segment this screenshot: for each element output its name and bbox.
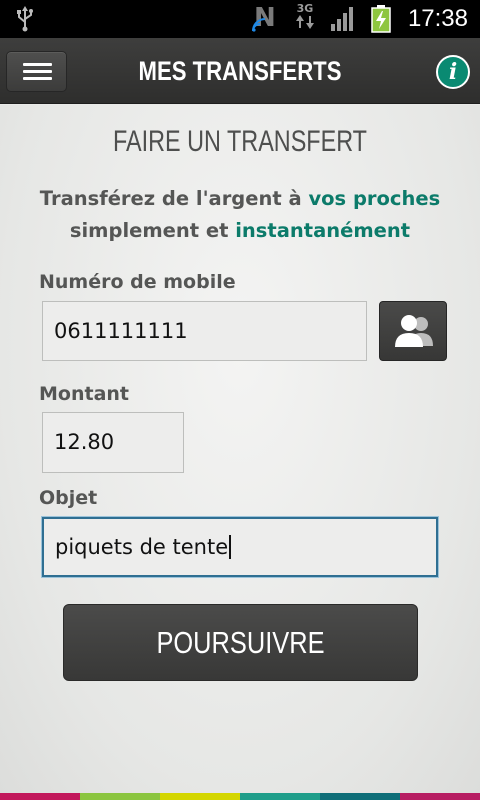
battery-charging-icon (371, 5, 391, 37)
network-type-indicator: 3G (292, 3, 318, 32)
contacts-icon (395, 315, 433, 347)
status-clock: 17:38 (407, 5, 468, 32)
info-icon: i (448, 59, 458, 85)
intro-text-part1: Transférez de l'argent à (39, 187, 309, 210)
info-button[interactable]: i (436, 55, 470, 89)
contacts-button[interactable] (379, 301, 447, 361)
continue-button[interactable]: POURSUIVRE (63, 604, 418, 681)
usb-icon (14, 6, 36, 36)
wifi-icon (252, 17, 266, 36)
network-type-label: 3G (296, 2, 314, 15)
intro-text: Transférez de l'argent à vos proches sim… (0, 183, 480, 247)
strip-segment (0, 793, 80, 800)
mobile-number-value: 0611111111 (54, 319, 188, 343)
menu-button[interactable] (6, 51, 67, 92)
object-input[interactable]: piquets de tente (42, 517, 438, 577)
strip-segment (160, 793, 240, 800)
strip-segment (240, 793, 320, 800)
app-header: MES TRANSFERTS i (0, 38, 480, 104)
page-title: MES TRANSFERTS (138, 56, 342, 86)
section-title: FAIRE UN TRANSFERT (113, 125, 367, 158)
signal-bars-icon (330, 6, 356, 36)
mobile-number-input[interactable]: 0611111111 (42, 301, 367, 361)
amount-input[interactable]: 12.80 (42, 412, 184, 473)
status-bar: N 3G 17:38 (0, 0, 480, 38)
transfer-form: FAIRE UN TRANSFERT Transférez de l'argen… (0, 105, 480, 793)
brand-color-strip (0, 793, 480, 800)
object-label: Objet (39, 487, 98, 509)
intro-accent-proches: vos proches (308, 187, 441, 210)
strip-segment (80, 793, 160, 800)
amount-label: Montant (39, 383, 129, 405)
object-value: piquets de tente (55, 535, 229, 559)
mobile-label: Numéro de mobile (39, 271, 236, 293)
data-arrows-icon (296, 15, 314, 29)
strip-segment (320, 793, 400, 800)
amount-value: 12.80 (54, 430, 115, 454)
strip-segment (400, 793, 480, 800)
text-caret (229, 535, 232, 559)
intro-accent-instant: instantanément (235, 219, 411, 242)
intro-text-part2: simplement et (69, 219, 236, 242)
continue-button-label: POURSUIVRE (156, 625, 325, 660)
